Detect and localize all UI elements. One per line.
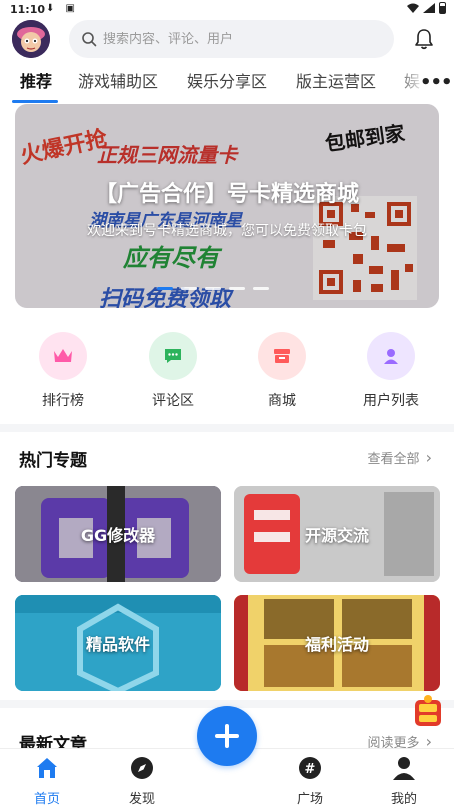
topic-card-label: GG修改器 <box>80 526 156 545</box>
nav-label: 我的 <box>390 792 417 807</box>
view-all-label: 查看全部 <box>367 452 420 467</box>
carousel-dot[interactable] <box>229 287 245 290</box>
user-icon <box>384 349 398 364</box>
nav-home[interactable]: 首页 <box>17 755 77 807</box>
quick-link-ranking[interactable]: 排行榜 <box>18 332 108 410</box>
avatar-image <box>12 20 50 58</box>
bell-icon[interactable] <box>413 28 435 50</box>
svg-text:#: # <box>305 762 316 777</box>
tab-moderator[interactable]: 版主运营区 <box>296 68 376 92</box>
hot-topics-title: 热门专题 <box>19 451 87 471</box>
topic-card-opensource[interactable]: 开源交流 <box>234 486 440 582</box>
nav-square[interactable]: # 广场 <box>280 755 340 807</box>
avatar[interactable] <box>12 20 50 58</box>
search-input[interactable] <box>103 31 363 47</box>
carousel-dot[interactable] <box>253 287 269 290</box>
nav-mine[interactable]: 我的 <box>374 755 434 807</box>
status-bar: 11:10 ⬇ ▣ <box>0 0 454 18</box>
section-divider <box>0 424 454 432</box>
tab-game-assist[interactable]: 游戏辅助区 <box>78 68 158 92</box>
quick-link-shop-bg <box>258 332 306 380</box>
create-post-button[interactable] <box>197 706 257 766</box>
status-time: 11:10 <box>10 3 46 16</box>
topic-card-benefits[interactable]: 福利活动 <box>234 595 440 691</box>
category-tabs: 推荐 游戏辅助区 娱乐分享区 版主运营区 娱 ••• <box>0 62 454 104</box>
compass-icon <box>131 757 153 779</box>
quick-link-comments-bg <box>149 332 197 380</box>
search-bar[interactable] <box>69 20 394 58</box>
carousel-dot[interactable] <box>205 287 221 290</box>
carousel-dot[interactable] <box>157 287 173 290</box>
topic-card-label: 开源交流 <box>304 526 369 545</box>
nav-label: 发现 <box>128 792 155 807</box>
crown-icon <box>54 349 72 362</box>
banner-title: 【广告合作】号卡精选商城 <box>94 182 359 207</box>
topic-card-label: 精品软件 <box>85 635 150 654</box>
quick-link-shop[interactable]: 商城 <box>237 332 327 410</box>
hashtag-icon: # <box>299 757 321 779</box>
banner-carousel[interactable]: 火爆开抢 正规三网流量卡 湖南星广东星河南星 应有尽有 扫码免费领取 包邮到家 <box>15 104 439 308</box>
quick-link-users-bg <box>367 332 415 380</box>
banner-description: 欢迎来到号卡精选商城，您可以免费领取卡包 <box>87 223 367 239</box>
quick-link-label: 排行榜 <box>42 393 84 409</box>
nav-label: 广场 <box>296 792 323 807</box>
wifi-icon <box>407 3 419 13</box>
plus-icon <box>215 724 239 748</box>
notification-icons: ⬇ ▣ <box>46 3 80 14</box>
signal-icon <box>423 3 435 13</box>
more-icon[interactable]: ••• <box>420 72 453 93</box>
tab-entertainment[interactable]: 娱乐分享区 <box>187 68 267 92</box>
nav-discover[interactable]: 发现 <box>112 755 172 807</box>
quick-link-users[interactable]: 用户列表 <box>346 332 436 410</box>
system-icons <box>407 2 446 14</box>
quick-link-comments[interactable]: 评论区 <box>128 332 218 410</box>
gift-badge-icon[interactable] <box>411 694 445 730</box>
battery-icon <box>439 2 446 14</box>
quick-link-label: 商城 <box>268 393 296 409</box>
topic-card-label: 福利活动 <box>304 635 369 654</box>
carousel-dot[interactable] <box>181 287 197 290</box>
person-icon <box>393 757 415 780</box>
carousel-indicator <box>157 287 269 290</box>
topic-card-software[interactable]: 精品软件 <box>15 595 221 691</box>
nav-label: 首页 <box>33 792 60 807</box>
quick-link-label: 评论区 <box>152 393 194 409</box>
comment-icon <box>165 349 181 363</box>
tab-recommend[interactable]: 推荐 <box>20 68 52 92</box>
chevron-right-icon: › <box>425 448 432 467</box>
home-icon <box>37 758 57 778</box>
quick-link-ranking-bg <box>39 332 87 380</box>
tab-underline <box>12 100 58 103</box>
search-icon <box>82 32 97 47</box>
quick-link-label: 用户列表 <box>363 393 419 409</box>
view-all-link[interactable]: 查看全部 › <box>367 448 432 467</box>
topic-card-gg[interactable]: GG修改器 <box>15 486 221 582</box>
shop-icon <box>274 349 290 363</box>
